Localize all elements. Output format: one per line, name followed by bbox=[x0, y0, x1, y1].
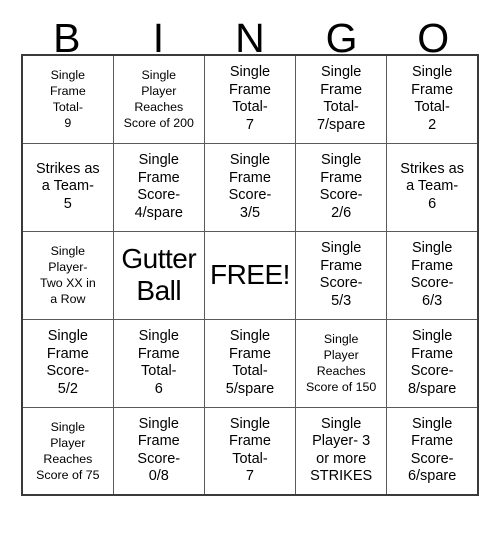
bingo-cell-label: Single Frame Score- 0/8 bbox=[137, 415, 181, 485]
bingo-cell[interactable]: Single Frame Score- 5/3 bbox=[295, 230, 388, 320]
bingo-header: B I N G O bbox=[21, 0, 479, 61]
bingo-cell-label: Strikes as a Team- 5 bbox=[36, 160, 100, 212]
bingo-cell-label: Single Frame Score- 2/6 bbox=[319, 152, 363, 221]
bingo-cell[interactable]: Single Frame Score- 5/2 bbox=[21, 318, 114, 408]
bingo-cell[interactable]: Single Player- Two XX in a Row bbox=[21, 230, 114, 320]
bingo-cell-label: Single Frame Total- 7/spare bbox=[316, 64, 366, 133]
bingo-cell[interactable]: Single Player Reaches Score of 75 bbox=[21, 406, 114, 496]
bingo-cell-label: Single Frame Total- 5/spare bbox=[225, 328, 275, 397]
bingo-cell[interactable]: Strikes as a Team- 6 bbox=[386, 142, 479, 232]
bingo-row: Single Frame Score- 5/2 Single Frame Tota… bbox=[21, 318, 479, 408]
bingo-cell-label: Single Player Reaches Score of 75 bbox=[36, 419, 100, 482]
bingo-cell[interactable]: Single Player- 3 or more STRIKES bbox=[295, 406, 388, 496]
bingo-cell-label: Gutter Ball bbox=[121, 243, 197, 306]
header-letter-n: N bbox=[235, 15, 265, 61]
bingo-cell[interactable]: Single Frame Score- 3/5 bbox=[203, 142, 297, 232]
bingo-cell-label: Single Frame Score- 8/spare bbox=[407, 328, 457, 397]
bingo-cell-label: Strikes as a Team- 6 bbox=[400, 160, 464, 212]
bingo-cell-label: Single Frame Total- 7 bbox=[229, 415, 271, 485]
bingo-cell-label: Single Frame Total- 2 bbox=[411, 64, 454, 133]
bingo-cell-label: Single Frame Score- 5/3 bbox=[319, 240, 363, 309]
bingo-cell-label: Single Player- 3 or more STRIKES bbox=[310, 415, 373, 485]
bingo-cell[interactable]: Single Frame Total- 7 bbox=[203, 406, 297, 496]
bingo-cell-label: Single Frame Score- 6/spare bbox=[407, 415, 457, 485]
bingo-cell[interactable]: Single Frame Total- 9 bbox=[21, 54, 114, 144]
bingo-cell-label: Single Player- Two XX in a Row bbox=[39, 244, 96, 306]
bingo-row: Single Player- Two XX in a Row Gutter Bal… bbox=[21, 230, 479, 320]
bingo-row: Strikes as a Team- 5 Single Frame Score- … bbox=[21, 142, 479, 232]
bingo-cell-label: FREE! bbox=[209, 259, 290, 290]
bingo-cell[interactable]: Single Frame Score- 6/spare bbox=[386, 406, 479, 496]
bingo-cell-label: Single Frame Total- 7 bbox=[229, 64, 271, 133]
bingo-cell[interactable]: Single Frame Score- 4/spare bbox=[112, 142, 205, 232]
bingo-free-space[interactable]: FREE! bbox=[203, 230, 297, 320]
header-letter-i: I bbox=[152, 15, 165, 61]
bingo-cell[interactable]: Gutter Ball bbox=[112, 230, 205, 320]
header-letter-o: O bbox=[417, 15, 450, 61]
bingo-cell-label: Single Frame Score- 3/5 bbox=[228, 152, 272, 221]
bingo-cell-label: Single Player Reaches Score of 200 bbox=[123, 68, 194, 131]
bingo-cell[interactable]: Single Frame Total- 7 bbox=[203, 54, 297, 144]
bingo-row: Single Player Reaches Score of 75 Single … bbox=[21, 406, 479, 496]
header-letter-g: G bbox=[325, 15, 358, 61]
bingo-cell[interactable]: Single Player Reaches Score of 150 bbox=[295, 318, 388, 408]
bingo-cell[interactable]: Strikes as a Team- 5 bbox=[21, 142, 114, 232]
bingo-cell[interactable]: Single Frame Total- 2 bbox=[386, 54, 479, 144]
bingo-cell[interactable]: Single Frame Total- 7/spare bbox=[295, 54, 388, 144]
bingo-cell-label: Single Frame Total- 6 bbox=[137, 328, 180, 397]
bingo-cell-label: Single Frame Score- 6/3 bbox=[410, 240, 454, 309]
bingo-cell-label: Single Player Reaches Score of 150 bbox=[306, 332, 377, 394]
bingo-cell-label: Single Frame Total- 9 bbox=[49, 68, 86, 131]
header-letter-b: B bbox=[53, 15, 81, 61]
bingo-grid: Single Frame Total- 9 Single Player Reach… bbox=[21, 54, 479, 496]
bingo-cell[interactable]: Single Frame Score- 8/spare bbox=[386, 318, 479, 408]
bingo-cell[interactable]: Single Player Reaches Score of 200 bbox=[112, 54, 205, 144]
bingo-cell[interactable]: Single Frame Total- 6 bbox=[112, 318, 205, 408]
bingo-cell[interactable]: Single Frame Score- 0/8 bbox=[112, 406, 205, 496]
bingo-cell[interactable]: Single Frame Score- 2/6 bbox=[295, 142, 388, 232]
bingo-row: Single Frame Total- 9 Single Player Reach… bbox=[21, 54, 479, 144]
bingo-cell-label: Single Frame Score- 4/spare bbox=[134, 152, 183, 221]
bingo-cell[interactable]: Single Frame Score- 6/3 bbox=[386, 230, 479, 320]
bingo-card: B I N G O Single Frame Total- 9 Single Pl… bbox=[0, 0, 500, 544]
bingo-cell[interactable]: Single Frame Total- 5/spare bbox=[203, 318, 297, 408]
bingo-cell-label: Single Frame Score- 5/2 bbox=[46, 328, 90, 397]
